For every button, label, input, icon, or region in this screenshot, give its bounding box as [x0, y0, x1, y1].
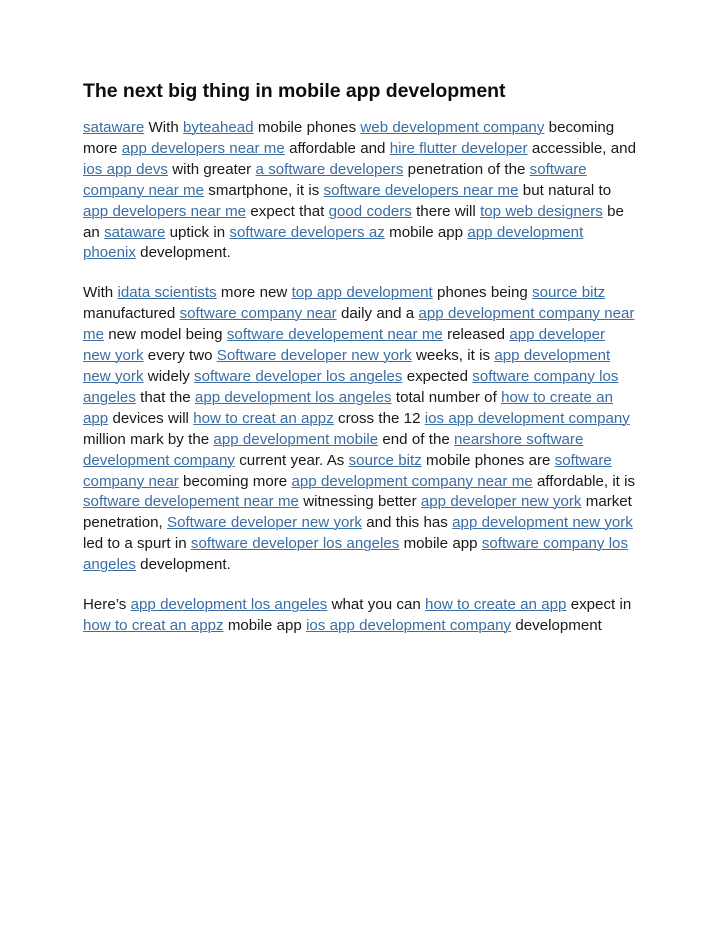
- body-text: end of the: [378, 430, 455, 448]
- body-text: cross the 12: [333, 409, 425, 427]
- body-text: affordable and: [284, 139, 390, 157]
- body-text: expect that: [246, 202, 329, 220]
- paragraph-2: With idata scientists more new top app d…: [83, 283, 637, 576]
- body-text: mobile app: [223, 616, 307, 634]
- body-text: led to a spurt in: [83, 535, 191, 553]
- inline-link[interactable]: app development company near me: [291, 473, 532, 490]
- inline-link[interactable]: Software developer new york: [217, 347, 412, 364]
- body-text: manufactured: [83, 305, 180, 323]
- body-text: With: [144, 119, 184, 136]
- inline-link[interactable]: good coders: [329, 203, 412, 220]
- body-text: new model being: [103, 326, 227, 344]
- inline-link[interactable]: ios app development company: [306, 617, 511, 634]
- body-text: witnessing better: [298, 493, 421, 511]
- body-text: development.: [135, 556, 231, 574]
- body-text: devices will: [108, 409, 194, 427]
- body-text: accessible, and: [527, 139, 636, 157]
- paragraph-1: sataware With byteahead mobile phones we…: [83, 118, 637, 264]
- body-text: widely: [143, 367, 195, 385]
- body-text: and this has: [361, 514, 453, 532]
- body-text: with greater: [167, 160, 256, 178]
- body-text: released: [442, 326, 510, 344]
- body-text: total number of: [391, 388, 502, 406]
- body-text: phones being: [432, 284, 533, 302]
- body-text: Here’s: [83, 596, 131, 614]
- inline-link[interactable]: app development los angeles: [195, 389, 392, 406]
- body-text: penetration of the: [403, 160, 530, 178]
- article-body: sataware With byteahead mobile phones we…: [83, 118, 637, 637]
- inline-link[interactable]: byteahead: [183, 119, 254, 136]
- inline-link[interactable]: how to create an app: [425, 596, 566, 613]
- inline-link[interactable]: software developer los angeles: [194, 368, 402, 385]
- body-text: development.: [135, 244, 231, 262]
- body-text: mobile phones: [253, 119, 361, 136]
- inline-link[interactable]: sataware: [104, 224, 165, 241]
- inline-link[interactable]: idata scientists: [117, 284, 216, 301]
- body-text: expect in: [566, 596, 632, 614]
- inline-link[interactable]: web development company: [360, 119, 544, 136]
- inline-link[interactable]: software developers az: [229, 224, 384, 241]
- inline-link[interactable]: how to creat an appz: [83, 617, 224, 634]
- body-text: mobile app: [399, 535, 482, 553]
- paragraph-3: Here’s app development los angeles what …: [83, 595, 637, 637]
- inline-link[interactable]: top web designers: [480, 203, 603, 220]
- inline-link[interactable]: source bitz: [532, 284, 605, 301]
- document-content: The next big thing in mobile app develop…: [83, 78, 637, 637]
- body-text: current year. As: [234, 451, 349, 469]
- body-text: With: [83, 284, 118, 302]
- body-text: that the: [135, 388, 195, 406]
- body-text: more new: [216, 284, 292, 302]
- inline-link[interactable]: source bitz: [349, 452, 422, 469]
- inline-link[interactable]: software developement near me: [227, 326, 443, 343]
- inline-link[interactable]: app development mobile: [213, 431, 378, 448]
- body-text: mobile phones are: [421, 451, 555, 469]
- body-text: mobile app: [384, 223, 468, 241]
- body-text: daily and a: [336, 305, 419, 323]
- body-text: but natural to: [518, 181, 612, 199]
- inline-link[interactable]: hire flutter developer: [390, 140, 528, 157]
- body-text: uptick in: [165, 223, 230, 241]
- inline-link[interactable]: Software developer new york: [167, 514, 362, 531]
- inline-link[interactable]: software developement near me: [83, 493, 299, 510]
- inline-link[interactable]: software developers near me: [324, 182, 519, 199]
- inline-link[interactable]: how to creat an appz: [193, 410, 334, 427]
- body-text: development: [511, 616, 602, 634]
- inline-link[interactable]: sataware: [83, 119, 144, 136]
- document-page: The next big thing in mobile app develop…: [0, 0, 720, 931]
- body-text: affordable, it is: [532, 472, 636, 490]
- inline-link[interactable]: ios app devs: [83, 161, 168, 178]
- inline-link[interactable]: app developers near me: [122, 140, 285, 157]
- inline-link[interactable]: app development new york: [452, 514, 633, 531]
- page-title: The next big thing in mobile app develop…: [83, 80, 506, 102]
- body-text: every two: [143, 347, 217, 365]
- body-text: weeks, it is: [411, 347, 495, 365]
- inline-link[interactable]: a software developers: [256, 161, 404, 178]
- inline-link[interactable]: software company near: [180, 305, 337, 322]
- inline-link[interactable]: app development los angeles: [131, 596, 328, 613]
- body-text: what you can: [327, 596, 426, 614]
- inline-link[interactable]: app developers near me: [83, 203, 246, 220]
- inline-link[interactable]: top app development: [292, 284, 433, 301]
- body-text: becoming more: [178, 472, 292, 490]
- body-text: expected: [402, 367, 473, 385]
- body-text: smartphone, it is: [204, 181, 324, 199]
- body-text: there will: [411, 202, 481, 220]
- inline-link[interactable]: app developer new york: [421, 493, 582, 510]
- inline-link[interactable]: ios app development company: [425, 410, 630, 427]
- body-text: million mark by the: [83, 430, 214, 448]
- inline-link[interactable]: software developer los angeles: [191, 535, 399, 552]
